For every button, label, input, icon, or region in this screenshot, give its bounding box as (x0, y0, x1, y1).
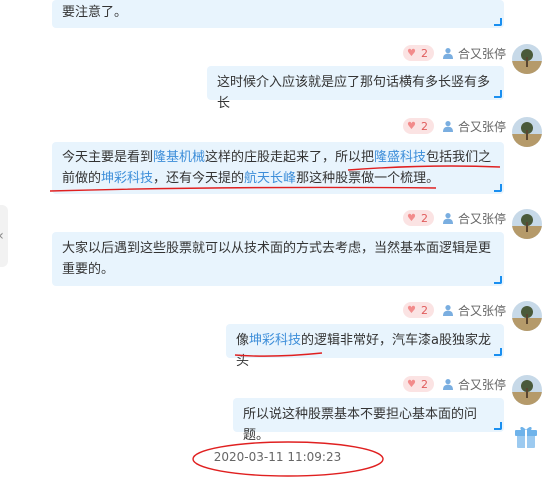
bubble-corner-icon (494, 348, 502, 356)
text-segment: 这时候介入应该就是应了那句话横有多长竖有多长 (217, 75, 491, 111)
user-name: 合又张停 (457, 46, 506, 61)
text-segment: 像 (236, 333, 250, 348)
message-meta: ♥ 2 合又张停 (403, 45, 506, 61)
like-count: 2 (420, 211, 428, 225)
collapse-panel-button[interactable]: ‹ (0, 205, 8, 267)
chevron-left-icon: ‹ (0, 228, 4, 244)
heart-icon: ♥ (407, 212, 416, 224)
annotation-underline (234, 352, 323, 357)
bubble-corner-icon (494, 18, 502, 26)
user-icon (442, 305, 453, 316)
like-button[interactable]: ♥ 2 (403, 210, 434, 226)
annotation-underline (49, 165, 501, 192)
like-count: 2 (420, 119, 428, 133)
like-count: 2 (420, 377, 428, 391)
avatar[interactable] (512, 301, 542, 331)
user-name: 合又张停 (457, 211, 506, 226)
like-button[interactable]: ♥ 2 (403, 376, 434, 392)
message-meta: ♥ 2 合又张停 (403, 210, 506, 226)
user-name: 合又张停 (457, 303, 506, 318)
like-count: 2 (420, 303, 428, 317)
heart-icon: ♥ (407, 304, 416, 316)
like-button[interactable]: ♥ 2 (403, 45, 434, 61)
float-gift-button[interactable] (511, 422, 541, 452)
heart-icon: ♥ (407, 120, 416, 132)
message-text: 要注意了。 (62, 5, 128, 20)
message-text: 所以说这种股票基本不要担心基本面的问题。 (243, 407, 477, 443)
message-meta: ♥ 2 合又张停 (403, 118, 506, 134)
message-bubble: 大家以后遇到这些股票就可以从技术面的方式去考虑，当然基本面逻辑是更重要的。 (52, 232, 504, 286)
avatar[interactable] (512, 117, 542, 147)
gift-icon (515, 426, 537, 448)
heart-icon: ♥ (407, 47, 416, 59)
timestamp: 2020-03-11 11:09:23 (213, 450, 342, 464)
heart-icon: ♥ (407, 378, 416, 390)
bubble-corner-icon (494, 276, 502, 284)
message-bubble: 这时候介入应该就是应了那句话横有多长竖有多长 (207, 66, 504, 111)
avatar[interactable] (512, 375, 542, 405)
text-segment: 大家以后遇到这些股票就可以从技术面的方式去考虑，当然基本面逻辑是更重要的。 (62, 241, 492, 277)
like-count: 2 (420, 46, 428, 60)
like-button[interactable]: ♥ 2 (403, 302, 434, 318)
bubble-corner-icon (494, 422, 502, 430)
message-bubble: 所以说这种股票基本不要担心基本面的问题。 (233, 398, 504, 443)
like-button[interactable]: ♥ 2 (403, 118, 434, 134)
bubble-corner-icon (494, 90, 502, 98)
avatar[interactable] (512, 209, 542, 239)
stock-link[interactable]: 坤彩科技 (249, 333, 301, 348)
message-meta: ♥ 2 合又张停 (403, 376, 506, 392)
user-name: 合又张停 (457, 377, 506, 392)
message-meta: ♥ 2 合又张停 (403, 302, 506, 318)
user-icon (442, 48, 453, 59)
avatar[interactable] (512, 44, 542, 74)
message-text: 大家以后遇到这些股票就可以从技术面的方式去考虑，当然基本面逻辑是更重要的。 (62, 241, 491, 277)
message-text: 这时候介入应该就是应了那句话横有多长竖有多长 (217, 75, 490, 111)
user-icon (442, 379, 453, 390)
user-icon (442, 121, 453, 132)
user-icon (442, 213, 453, 224)
user-name: 合又张停 (457, 119, 506, 134)
message-bubble-partial: 要注意了。 (52, 0, 504, 28)
text-segment: 所以说这种股票基本不要担心基本面的问题。 (243, 407, 478, 443)
